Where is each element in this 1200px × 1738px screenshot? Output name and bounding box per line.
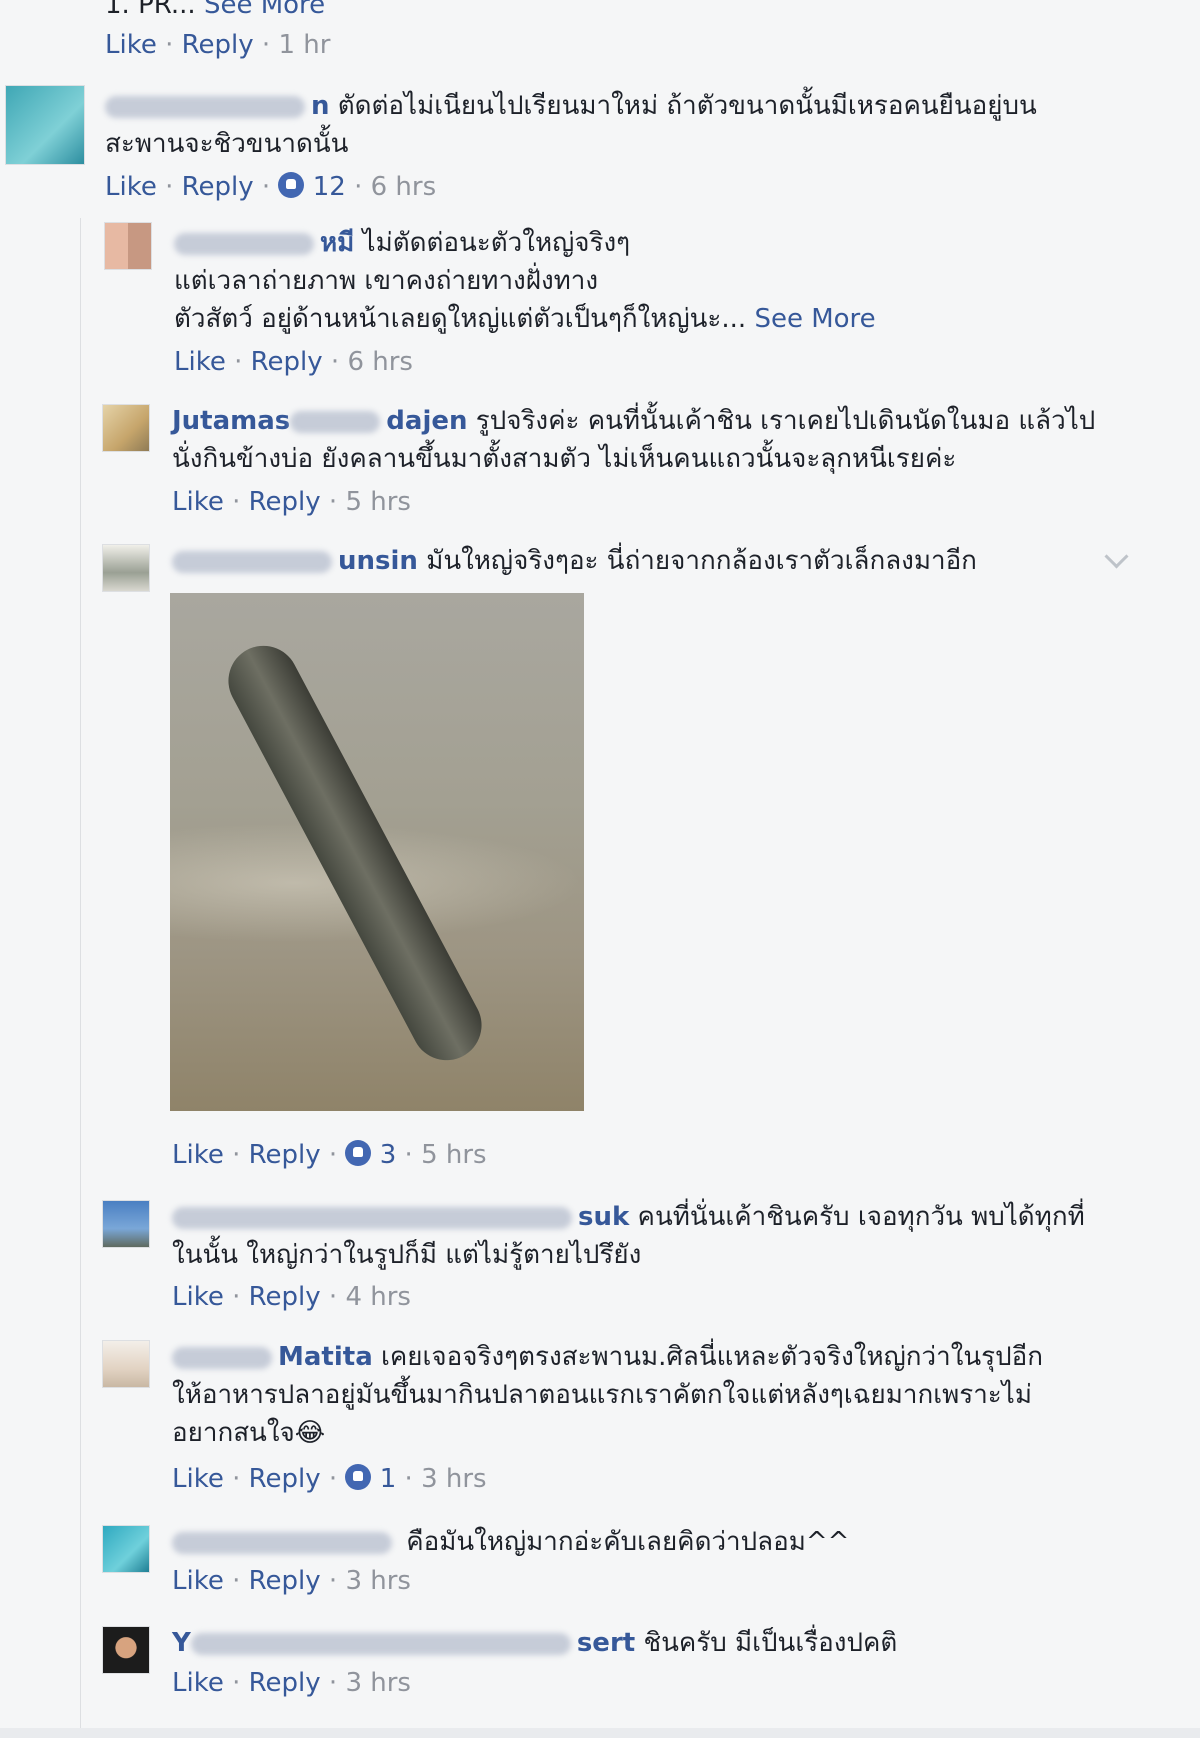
comment-text: เคยเจอจริงๆตรงสะพานม.ศิลนี่แหละตัวจริงให…	[381, 1342, 1044, 1372]
like-link[interactable]: Like	[172, 1464, 224, 1494]
reply-link[interactable]: Reply	[249, 1668, 321, 1698]
laughing-emoji-icon: 😂	[294, 1418, 326, 1448]
avatar[interactable]	[104, 222, 152, 270]
comment-text-line: อยากสนใจ	[172, 1418, 295, 1448]
timestamp[interactable]: 6 hrs	[371, 172, 437, 202]
comment-text-line: นั่งกินข้างบ่อ ยังคลานขึ้นมาตั้งสามตัว ไ…	[172, 444, 957, 474]
comment-text: คนที่นั่นเค้าชินครับ เจอทุกวัน พบได้ทุกท…	[637, 1202, 1085, 1232]
comment-actions: Like · Reply · 12 · 6 hrs	[105, 172, 437, 202]
reply-thread-line	[80, 218, 81, 1738]
reaction-count[interactable]: 12	[278, 172, 346, 202]
reply-link[interactable]: Reply	[182, 30, 254, 60]
avatar[interactable]	[102, 404, 150, 452]
see-more-link[interactable]: See More	[204, 0, 325, 20]
comment-text: มันใหญ่จริงๆอะ นี่ถ่ายจากกล้องเราตัวเล็ก…	[426, 546, 977, 576]
reaction-count[interactable]: 3	[345, 1140, 396, 1170]
comment-text: ตัดต่อไม่เนียนไปเรียนมาใหม่ ถ้าตัวขนาดนั…	[337, 91, 1037, 121]
commenter-name[interactable]: Ysert	[172, 1628, 635, 1658]
timestamp[interactable]: 3 hrs	[421, 1464, 487, 1494]
like-reaction-icon	[345, 1140, 372, 1166]
like-link[interactable]: Like	[105, 172, 157, 202]
reply-link[interactable]: Reply	[249, 1464, 321, 1494]
comment-actions: Like · Reply · 6 hrs	[174, 347, 413, 377]
avatar[interactable]	[102, 1200, 150, 1248]
comment-text: คือมันใหญ่มากอ่ะคับเลยคิดว่าปลอม^^	[406, 1527, 850, 1557]
like-reaction-icon	[345, 1464, 372, 1490]
avatar[interactable]	[102, 544, 150, 592]
comment-text-line: สะพานจะชิวขนาดนั้น	[105, 129, 349, 159]
next-comment-edge	[0, 1728, 1200, 1738]
comment-photo[interactable]	[170, 593, 584, 1111]
avatar[interactable]	[102, 1626, 150, 1674]
reply-link[interactable]: Reply	[249, 1140, 321, 1170]
comment-actions: Like · Reply · 3 hrs	[172, 1668, 411, 1698]
timestamp[interactable]: 5 hrs	[345, 487, 411, 517]
reply-link[interactable]: Reply	[251, 347, 323, 377]
like-link[interactable]: Like	[174, 347, 226, 377]
comment-text: รูปจริงค่ะ คนที่นั้นเค้าชิน เราเคยไปเดิน…	[475, 406, 1096, 436]
timestamp[interactable]: 3 hrs	[345, 1668, 411, 1698]
reaction-count[interactable]: 1	[345, 1464, 396, 1494]
comment-text-line: ตัวสัตว์ อยู่ด้านหน้าเลยดูใหญ่แต่ตัวเป็น…	[174, 304, 747, 334]
avatar[interactable]	[102, 1525, 150, 1573]
commenter-name[interactable]: unsin	[172, 546, 418, 576]
comment-actions: Like · Reply · 5 hrs	[172, 487, 411, 517]
timestamp[interactable]: 5 hrs	[421, 1140, 487, 1170]
comment-actions: Like · Reply · 4 hrs	[172, 1282, 411, 1312]
comment-text: ไม่ตัดต่อนะตัวใหญ่จริงๆ	[362, 228, 631, 258]
avatar[interactable]	[5, 85, 85, 165]
like-link[interactable]: Like	[172, 1566, 224, 1596]
reply-link[interactable]: Reply	[182, 172, 254, 202]
reply-link[interactable]: Reply	[249, 1566, 321, 1596]
comment-actions: Like · Reply · 3 · 5 hrs	[172, 1140, 487, 1170]
comment-text: 1. PR...	[105, 0, 196, 20]
reply-link[interactable]: Reply	[249, 1282, 321, 1312]
comment-text-line: แต่เวลาถ่ายภาพ เขาคงถ่ายทางฝั่งทาง	[174, 266, 599, 296]
commenter-name[interactable]	[172, 1527, 398, 1557]
like-reaction-icon	[278, 172, 305, 198]
see-more-link[interactable]: See More	[754, 304, 875, 334]
comment-actions: Like · Reply · 1 · 3 hrs	[172, 1464, 487, 1494]
avatar[interactable]	[102, 1340, 150, 1388]
like-link[interactable]: Like	[105, 30, 157, 60]
commenter-name[interactable]: หมี	[174, 228, 354, 258]
timestamp[interactable]: 1 hr	[278, 30, 330, 60]
timestamp[interactable]: 3 hrs	[345, 1566, 411, 1596]
comment-text-line: ในนั้น ใหญ่กว่าในรูปก็มี แต่ไม่รู้ตายไปร…	[172, 1240, 642, 1270]
chevron-down-icon[interactable]	[1104, 544, 1129, 569]
comment-actions: Like · Reply · 1 hr	[105, 30, 331, 60]
timestamp[interactable]: 6 hrs	[347, 347, 413, 377]
like-link[interactable]: Like	[172, 487, 224, 517]
commenter-name[interactable]: Jutamas dajen	[172, 406, 468, 436]
reply-link[interactable]: Reply	[249, 487, 321, 517]
commenter-name[interactable]: Matita	[172, 1342, 373, 1372]
comment-actions: Like · Reply · 3 hrs	[172, 1566, 411, 1596]
like-link[interactable]: Like	[172, 1282, 224, 1312]
timestamp[interactable]: 4 hrs	[345, 1282, 411, 1312]
like-link[interactable]: Like	[172, 1668, 224, 1698]
comment-text: ชินครับ มีเป็นเรื่องปคติ	[643, 1628, 898, 1658]
commenter-name[interactable]: n	[105, 91, 330, 121]
like-link[interactable]: Like	[172, 1140, 224, 1170]
commenter-name[interactable]: suk	[172, 1202, 629, 1232]
comment-text-line: ให้อาหารปลาอยู่มันขึ้นมากินปลาตอนแรกเราค…	[172, 1380, 1032, 1410]
